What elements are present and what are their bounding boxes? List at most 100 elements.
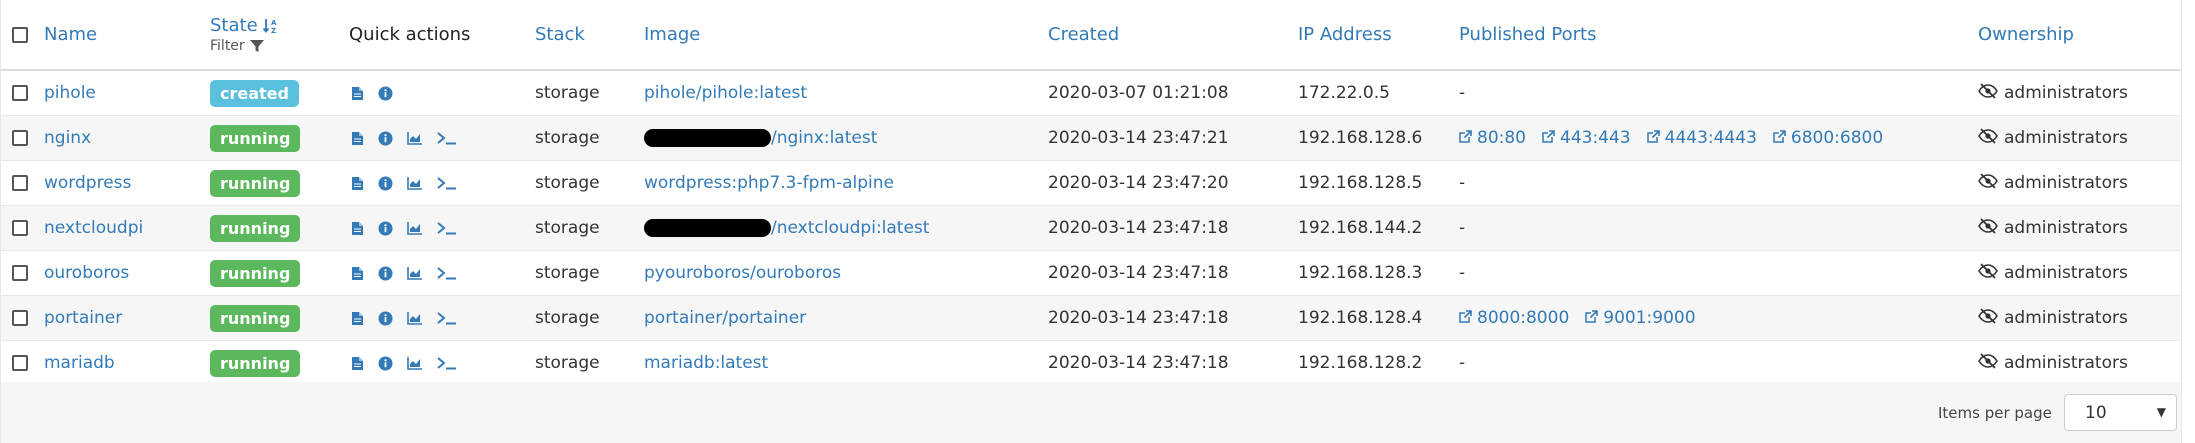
chart-icon[interactable] — [407, 221, 423, 235]
row-checkbox[interactable] — [12, 265, 28, 281]
file-icon[interactable] — [351, 176, 364, 191]
file-icon[interactable] — [351, 86, 364, 101]
image-link[interactable]: /nginx:latest — [771, 128, 877, 148]
container-name-link[interactable]: portainer — [44, 308, 122, 328]
info-icon[interactable] — [378, 356, 393, 371]
table-row: nginx running storage/nginx:latest 2020-03-… — [1, 116, 2181, 161]
sort-icon[interactable]: A Z — [262, 17, 280, 35]
published-port-link[interactable]: 8000:8000 — [1459, 308, 1569, 328]
row-checkbox[interactable] — [12, 220, 28, 236]
chart-icon[interactable] — [407, 356, 423, 370]
file-icon[interactable] — [351, 311, 364, 326]
published-port-link[interactable]: 4443:4443 — [1646, 128, 1757, 148]
chart-icon[interactable] — [407, 266, 423, 280]
table-row: wordpress running storage wordpress:php7.3-… — [1, 161, 2181, 206]
row-checkbox[interactable] — [12, 175, 28, 191]
container-name-link[interactable]: nginx — [44, 128, 91, 148]
filter-icon[interactable] — [249, 38, 265, 54]
col-ownership-label[interactable]: Ownership — [1978, 24, 2074, 45]
container-name-link[interactable]: ouroboros — [44, 263, 129, 283]
info-icon[interactable] — [378, 266, 393, 281]
terminal-icon[interactable] — [437, 311, 457, 325]
image-link[interactable]: wordpress:php7.3-fpm-alpine — [644, 173, 894, 193]
chart-icon[interactable] — [407, 176, 423, 190]
created-date: 2020-03-07 01:21:08 — [1048, 83, 1229, 103]
table-footer: Items per page 10 ▼ — [0, 382, 2182, 443]
info-icon[interactable] — [378, 176, 393, 191]
chart-icon[interactable] — [407, 131, 423, 145]
ownership-label: administrators — [2004, 218, 2128, 238]
ip-address: 192.168.128.6 — [1298, 128, 1423, 148]
no-ports: - — [1459, 218, 1466, 238]
col-quick-actions: Quick actions — [349, 0, 470, 69]
port-mapping: 9001:9000 — [1603, 308, 1696, 328]
ownership-label: administrators — [2004, 263, 2128, 283]
ip-address: 192.168.128.3 — [1298, 263, 1423, 283]
image-link[interactable]: pyouroboros/ouroboros — [644, 263, 841, 283]
eye-slash-icon — [1978, 307, 2004, 329]
created-date: 2020-03-14 23:47:18 — [1048, 308, 1229, 328]
filter-label[interactable]: Filter — [210, 38, 245, 54]
port-mapping: 8000:8000 — [1477, 308, 1570, 328]
col-state-label[interactable]: State — [210, 15, 258, 36]
eye-slash-icon — [1978, 217, 2004, 239]
port-mapping: 6800:6800 — [1790, 128, 1884, 148]
stack-name: storage — [535, 353, 600, 373]
status-badge: running — [210, 349, 301, 377]
file-icon[interactable] — [351, 266, 364, 281]
container-name-link[interactable]: wordpress — [44, 173, 131, 193]
row-checkbox[interactable] — [12, 130, 28, 146]
row-select-cell — [12, 116, 28, 160]
published-port-link[interactable]: 80:80 — [1459, 128, 1526, 148]
published-port-link[interactable]: 443:443 — [1542, 128, 1631, 148]
row-checkbox[interactable] — [12, 85, 28, 101]
image-link[interactable]: mariadb:latest — [644, 353, 768, 373]
terminal-icon[interactable] — [437, 131, 457, 145]
table-row: mariadb running storage mariadb:latest 2020-… — [1, 341, 2181, 386]
ownership: administrators — [1978, 341, 2128, 385]
col-ip-address[interactable]: IP Address — [1298, 0, 1392, 69]
published-port-link[interactable]: 9001:9000 — [1585, 308, 1696, 328]
col-stack[interactable]: Stack — [535, 0, 585, 69]
row-checkbox[interactable] — [12, 310, 28, 326]
col-stack-label[interactable]: Stack — [535, 24, 585, 45]
port-mapping: 443:443 — [1560, 128, 1631, 148]
external-link-icon — [1585, 308, 1603, 328]
image-link[interactable]: portainer/portainer — [644, 308, 806, 328]
terminal-icon[interactable] — [437, 356, 457, 370]
chart-icon[interactable] — [407, 311, 423, 325]
row-select-cell — [12, 71, 28, 115]
row-checkbox[interactable] — [12, 355, 28, 371]
external-link-icon — [1542, 128, 1560, 148]
image-link[interactable]: pihole/pihole:latest — [644, 83, 807, 103]
container-name-link[interactable]: pihole — [44, 83, 96, 103]
col-image-label[interactable]: Image — [644, 24, 700, 45]
published-port-link[interactable]: 6800:6800 — [1773, 128, 1883, 148]
col-ownership[interactable]: Ownership — [1978, 0, 2074, 69]
container-name-link[interactable]: mariadb — [44, 353, 115, 373]
col-created[interactable]: Created — [1048, 0, 1119, 69]
info-icon[interactable] — [378, 131, 393, 146]
items-per-page-select[interactable]: 10 ▼ — [2064, 394, 2177, 431]
col-ip-address-label[interactable]: IP Address — [1298, 24, 1392, 45]
file-icon[interactable] — [351, 221, 364, 236]
col-published-ports[interactable]: Published Ports — [1459, 0, 1596, 69]
terminal-icon[interactable] — [437, 266, 457, 280]
info-icon[interactable] — [378, 86, 393, 101]
select-all-checkbox[interactable] — [12, 26, 28, 43]
col-published-ports-label[interactable]: Published Ports — [1459, 24, 1596, 45]
col-name-label[interactable]: Name — [44, 24, 97, 45]
col-created-label[interactable]: Created — [1048, 24, 1119, 45]
image-link[interactable]: /nextcloudpi:latest — [771, 218, 929, 238]
created-date: 2020-03-14 23:47:21 — [1048, 128, 1229, 148]
info-icon[interactable] — [378, 221, 393, 236]
terminal-icon[interactable] — [437, 221, 457, 235]
col-name[interactable]: Name — [44, 0, 97, 69]
file-icon[interactable] — [351, 356, 364, 371]
container-name-link[interactable]: nextcloudpi — [44, 218, 143, 238]
ownership: administrators — [1978, 251, 2128, 295]
file-icon[interactable] — [351, 131, 364, 146]
terminal-icon[interactable] — [437, 176, 457, 190]
col-image[interactable]: Image — [644, 0, 700, 69]
info-icon[interactable] — [378, 311, 393, 326]
